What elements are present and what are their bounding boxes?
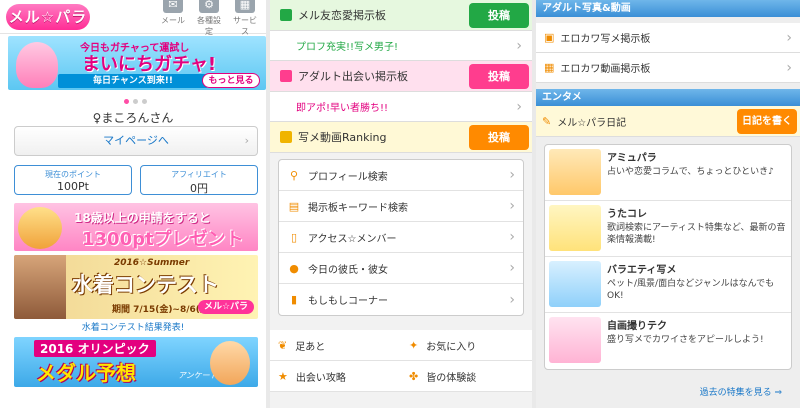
contest-logo: メル☆パラ [198, 300, 254, 314]
phone-icon: ▮ [290, 293, 298, 306]
gacha-more-button[interactable]: もっと見る [202, 73, 260, 88]
adult-section-heading: アダルト写真&動画 [536, 0, 800, 17]
board-sub-link[interactable]: 即アポ!早い者勝ち!! › [270, 92, 532, 122]
clover-icon: ✤ [409, 369, 419, 383]
gacha-banner[interactable]: 今日もガチャって運試し まいにちガチャ! 毎日チャンス到来!! もっと見る [8, 36, 266, 90]
menu-item-profile-search[interactable]: ⚲ プロフィール検索 › [279, 160, 523, 191]
link-experiences[interactable]: ✤ 皆の体験談 [401, 361, 532, 392]
pencil-icon: ✎ [542, 114, 552, 128]
camera-thumbnail [549, 261, 601, 307]
app-header: メル☆パラ ✉ メール ⚙ 各種設定 ▦ サービス [0, 0, 266, 37]
points-value: 100Pt [57, 180, 89, 193]
feature-thumbnail [549, 317, 601, 363]
user-name: ♀まころんさん [92, 111, 174, 125]
feature-amupara[interactable]: アミュパラ 占いや恋愛コラムで、ちょっとひといき♪ [545, 145, 791, 201]
mypage-button[interactable]: マイページへ › [14, 126, 258, 156]
settings-button[interactable]: ⚙ 各種設定 [194, 0, 224, 37]
quick-links: ❦ 足あと ✦ お気に入り ★ 出会い攻略 ✤ 皆の体験談 [270, 330, 532, 392]
gacha-tagline: 毎日チャンス到来!! [58, 74, 208, 88]
board-sub-link[interactable]: プロフ充実!!写メ男子! › [270, 31, 532, 61]
chevron-right-icon: › [509, 198, 515, 214]
carousel-dot[interactable] [133, 99, 138, 104]
magnifier-icon: ⚲ [289, 168, 299, 182]
services-button[interactable]: ▦ サービス [230, 0, 260, 37]
contest-result-link[interactable]: 水着コンテスト結果発表! [0, 320, 266, 333]
app-logo[interactable]: メル☆パラ [6, 3, 90, 30]
footprint-icon: ❦ [278, 338, 288, 352]
photo-board-icon: ▣ [544, 31, 555, 44]
star-icon: ★ [278, 369, 288, 383]
olympic-character-image [210, 341, 250, 385]
swimsuit-contest-banner[interactable]: 2016☆Summer 水着コンテスト 期間 7/15(金)~8/6(土) メル… [14, 255, 258, 319]
feature-thumbnail [549, 149, 601, 195]
carousel-dots[interactable] [124, 99, 147, 104]
menu-item-moshimoshi[interactable]: ▮ もしもしコーナー › [279, 284, 523, 315]
chevron-right-icon: › [509, 167, 515, 183]
chevron-right-icon: › [786, 29, 792, 46]
olympic-banner[interactable]: 2016 オリンピック メダル予想 アンケート [14, 337, 258, 387]
stats-row: 現在のポイント 100Pt アフィリエイト 0円 [14, 165, 258, 195]
write-diary-button[interactable]: 日記を書く [737, 109, 797, 134]
chevron-right-icon: › [786, 59, 792, 76]
headphones-thumbnail [549, 205, 601, 251]
list-item-video-board[interactable]: ▦ エロカワ動画掲示板 › [536, 53, 800, 83]
middle-panel: メル友恋愛掲示板 投稿 プロフ充実!!写メ男子! › アダルト出会い掲示板 投稿 … [270, 0, 532, 408]
chevron-right-icon: › [244, 134, 249, 147]
list-item-photo-board[interactable]: ▣ エロカワ写メ掲示板 › [536, 23, 800, 53]
menu-item-access-member[interactable]: ▯ アクセス☆メンバー › [279, 222, 523, 253]
present-banner[interactable]: 18歳以上の申請をすると 1300ptプレゼント [14, 203, 258, 251]
grid-icon: ▦ [235, 0, 255, 13]
feature-utacore[interactable]: うたコレ 歌詞検索にアーティスト特集など、最新の音楽情報満載! [545, 201, 791, 257]
document-icon: ▯ [290, 230, 298, 244]
post-button[interactable]: 投稿 [469, 3, 529, 28]
link-favorites[interactable]: ✦ お気に入り [401, 330, 532, 361]
entame-section-heading: エンタメ [536, 89, 800, 106]
film-icon: ▦ [544, 61, 555, 74]
mail-icon: ✉ [163, 0, 183, 13]
board-header-friends[interactable]: メル友恋愛掲示板 投稿 [270, 0, 532, 31]
crown-icon [280, 131, 292, 143]
feature-variety-photo[interactable]: バラエティ写メ ペット/風景/面白などジャンルはなんでもOK! [545, 257, 791, 313]
past-features-link[interactable]: 過去の特集を見る ⇒ [700, 385, 782, 398]
link-footprints[interactable]: ❦ 足あと [270, 330, 401, 361]
post-button[interactable]: 投稿 [469, 125, 529, 150]
menu-item-today-partner[interactable]: ● 今日の彼氏・彼女 › [279, 253, 523, 284]
affiliate-value: 0円 [190, 182, 208, 195]
gacha-character-image [16, 42, 58, 88]
mail-button[interactable]: ✉ メール [158, 0, 188, 37]
banner-character-image [18, 207, 62, 249]
board-icon: ▤ [288, 199, 300, 213]
gear-icon: ⚙ [199, 0, 219, 13]
affiliate-box[interactable]: アフィリエイト 0円 [140, 165, 258, 195]
chevron-right-icon: › [509, 291, 515, 308]
board-header-ranking[interactable]: 写メ動画Ranking 投稿 [270, 122, 532, 153]
chat-icon: ● [289, 261, 299, 275]
menu-item-keyword-search[interactable]: ▤ 掲示板キーワード検索 › [279, 191, 523, 222]
left-panel: メル☆パラ ✉ メール ⚙ 各種設定 ▦ サービス 今日もガチャって運試し まいにちガ… [0, 0, 266, 408]
feature-selfie-tech[interactable]: 自画撮りテク 盛り写メでカワイさをアピールしよう! [545, 313, 791, 369]
diary-row[interactable]: ✎ メル☆パラ日記 日記を書く [536, 106, 800, 137]
right-panel: アダルト写真&動画 ▣ エロカワ写メ掲示板 › ▦ エロカワ動画掲示板 › エンタメ ✎… [536, 0, 800, 408]
gacha-title: まいにちガチャ! [82, 54, 217, 75]
feature-list: アミュパラ 占いや恋愛コラムで、ちょっとひといき♪ うたコレ 歌詞検索にアーティスト… [544, 144, 792, 370]
search-menu: ⚲ プロフィール検索 › ▤ 掲示板キーワード検索 › ▯ アクセス☆メンバー › ● 今日の… [278, 159, 524, 316]
carousel-dot[interactable] [142, 99, 147, 104]
carousel-dot[interactable] [124, 99, 129, 104]
envelope-heart-icon [280, 70, 292, 82]
board-header-adult[interactable]: アダルト出会い掲示板 投稿 [270, 61, 532, 92]
chevron-right-icon: › [516, 37, 522, 54]
chevron-right-icon: › [509, 260, 515, 276]
link-strategy[interactable]: ★ 出会い攻略 [270, 361, 401, 392]
sparkle-icon: ✦ [409, 338, 419, 352]
contest-photo-image [14, 255, 66, 319]
chevron-right-icon: › [516, 98, 522, 115]
checkbox-icon [280, 9, 292, 21]
chevron-right-icon: › [509, 229, 515, 245]
post-button[interactable]: 投稿 [469, 64, 529, 89]
points-box[interactable]: 現在のポイント 100Pt [14, 165, 132, 195]
